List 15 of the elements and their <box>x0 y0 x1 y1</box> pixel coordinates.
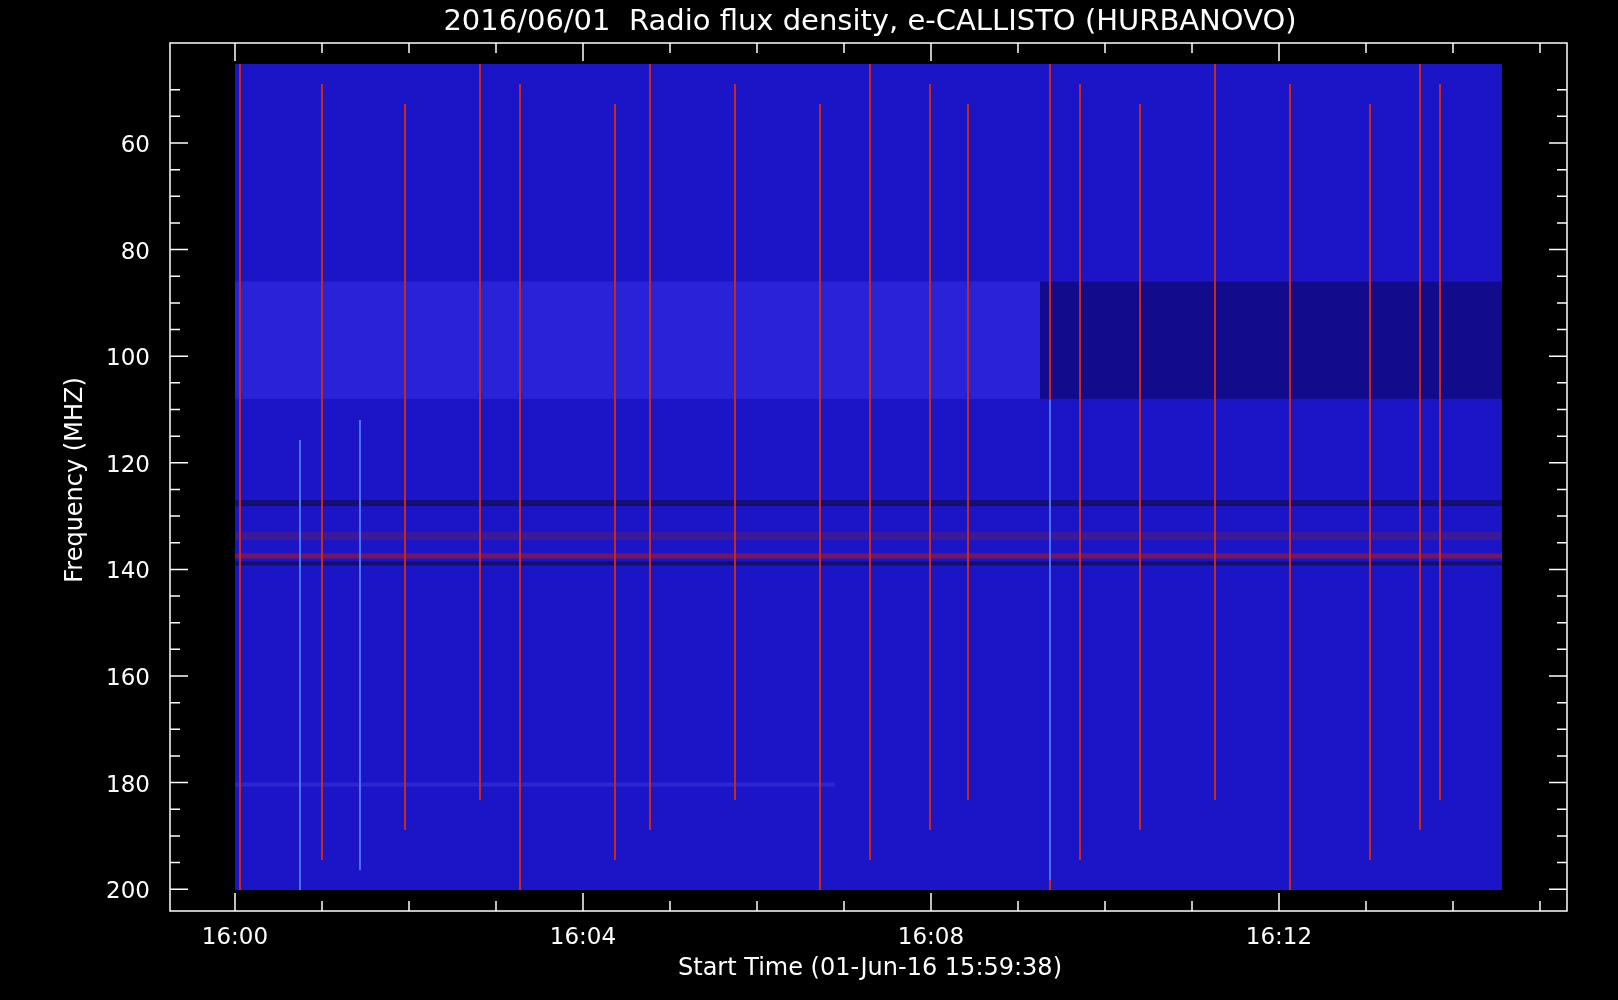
tick-label: 160 <box>106 664 150 690</box>
tick-label: 16:04 <box>549 923 617 949</box>
tick-label: 16:08 <box>897 923 965 949</box>
tick-label: 80 <box>120 237 150 264</box>
tick-label: 180 <box>106 770 150 797</box>
tick-label: 200 <box>106 877 150 904</box>
chart-title: 2016/06/01 Radio flux density, e-CALLISTO (HURBANOVO) <box>443 3 1297 37</box>
axis-label: Start Time (01-Jun-16 15:59:38) <box>678 953 1062 981</box>
tick-label: 140 <box>106 557 150 584</box>
tick-label: 100 <box>106 344 150 371</box>
axis-label: Frequency (MHZ) <box>60 377 88 583</box>
tick-label: 16:00 <box>201 923 269 949</box>
tick-label: 16:12 <box>1245 923 1313 949</box>
tick-label: 120 <box>106 450 150 477</box>
tick-label: 60 <box>120 131 150 157</box>
